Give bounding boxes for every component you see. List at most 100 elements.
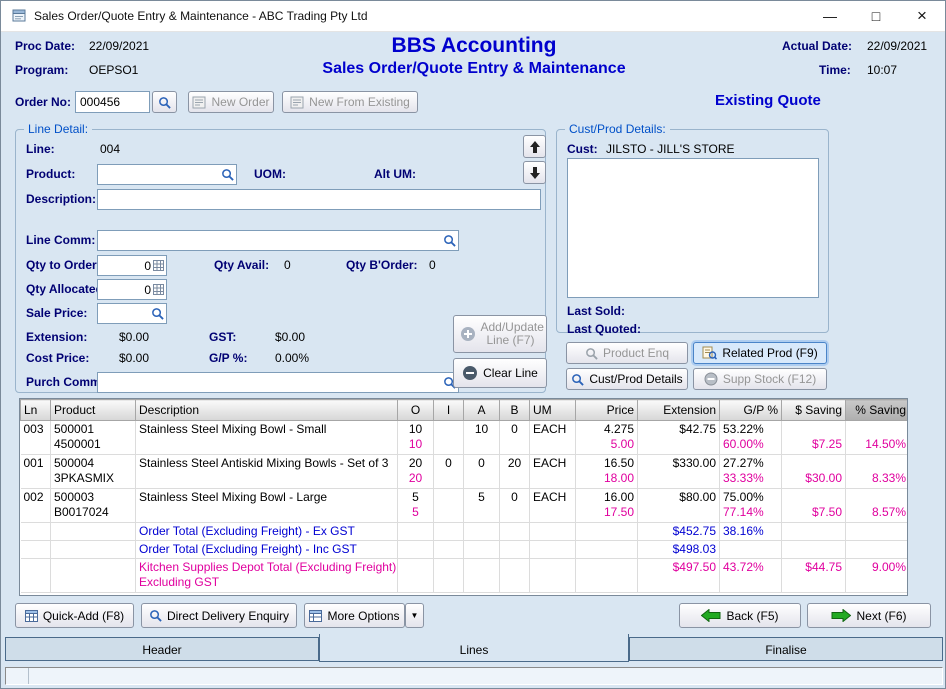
list-icon xyxy=(309,610,322,622)
new-order-button[interactable]: New Order xyxy=(188,91,274,113)
total-row-ex-gst: Order Total (Excluding Freight) - Ex GST… xyxy=(21,523,909,541)
col-header-o[interactable]: O xyxy=(398,400,434,421)
col-header-pct-saving[interactable]: % Saving xyxy=(846,400,909,421)
order-no-search-button[interactable] xyxy=(152,91,177,113)
col-header-product[interactable]: Product xyxy=(51,400,136,421)
qty-allocated-input[interactable] xyxy=(100,283,153,297)
screen-title: Sales Order/Quote Entry & Maintenance xyxy=(224,60,724,78)
cust-label: Cust: xyxy=(567,142,598,156)
grid-header-row: Ln Product Description O I A B UM Price … xyxy=(21,400,909,421)
search-icon[interactable] xyxy=(443,234,456,247)
col-header-price[interactable]: Price xyxy=(576,400,638,421)
col-header-um[interactable]: UM xyxy=(530,400,576,421)
qty-to-order-input[interactable] xyxy=(100,259,153,273)
actual-date-label: Actual Date: xyxy=(782,39,852,53)
add-update-line-button[interactable]: Add/Update Line (F7) xyxy=(453,315,547,353)
cell-gp: 53.22%60.00% xyxy=(720,421,782,455)
col-header-i[interactable]: I xyxy=(434,400,464,421)
maximize-button[interactable]: □ xyxy=(853,1,899,31)
col-header-extension[interactable]: Extension xyxy=(638,400,720,421)
order-status-text: Existing Quote xyxy=(715,92,821,109)
tab-lines[interactable]: Lines xyxy=(319,634,629,662)
quick-add-button[interactable]: Quick-Add (F8) xyxy=(15,603,134,628)
cell-gp: 75.00%77.14% xyxy=(720,489,782,523)
table-row[interactable]: 003 5000014500001 Stainless Steel Mixing… xyxy=(21,421,909,455)
total-label: Order Total (Excluding Freight) - Ex GST xyxy=(136,523,398,541)
cell-pct-saving: 14.50% xyxy=(846,421,909,455)
col-header-gp[interactable]: G/P % xyxy=(720,400,782,421)
direct-delivery-enquiry-button[interactable]: Direct Delivery Enquiry xyxy=(141,603,297,628)
total-gp: 38.16% xyxy=(720,523,782,541)
cell-price: 4.2755.00 xyxy=(576,421,638,455)
qty-to-order-field xyxy=(97,255,167,276)
minus-circle-icon xyxy=(462,365,478,381)
gp-label: G/P %: xyxy=(209,351,247,365)
cell-qty-o: 1010 xyxy=(398,421,434,455)
proc-date-label: Proc Date: xyxy=(15,39,75,53)
close-button[interactable]: × xyxy=(899,1,945,31)
qty-allocated-label: Qty Allocated: xyxy=(26,282,107,296)
cell-qty-a: 0 xyxy=(464,455,500,489)
cell-ln: 002 xyxy=(21,489,51,523)
cell-um: EACH xyxy=(530,489,576,523)
related-prod-button[interactable]: Related Prod (F9) xyxy=(693,342,827,364)
titlebar: Sales Order/Quote Entry & Maintenance - … xyxy=(1,1,945,32)
tab-finalise[interactable]: Finalise xyxy=(629,637,943,661)
line-label: Line: xyxy=(26,142,55,156)
cell-qty-i: 0 xyxy=(434,455,464,489)
minimize-button[interactable]: — xyxy=(807,1,853,31)
next-button[interactable]: Next (F6) xyxy=(807,603,931,628)
col-header-a[interactable]: A xyxy=(464,400,500,421)
total-extension: $452.75 xyxy=(638,523,720,541)
search-icon[interactable] xyxy=(151,307,164,320)
line-detail-group-title: Line Detail: xyxy=(24,122,92,136)
col-header-description[interactable]: Description xyxy=(136,400,398,421)
order-no-input[interactable] xyxy=(78,95,147,109)
line-comm-input[interactable] xyxy=(100,234,443,248)
cell-description: Stainless Steel Mixing Bowl - Large xyxy=(136,489,398,523)
qty-border-label: Qty B'Order: xyxy=(346,258,418,272)
line-up-button[interactable] xyxy=(523,135,546,158)
description-input[interactable] xyxy=(100,193,538,207)
new-from-existing-button[interactable]: New From Existing xyxy=(282,91,418,113)
cust-prod-details-button[interactable]: Cust/Prod Details xyxy=(566,368,688,390)
supp-stock-button[interactable]: Supp Stock (F12) xyxy=(693,368,827,390)
cell-dollar-saving: $7.50 xyxy=(782,489,846,523)
search-icon[interactable] xyxy=(221,168,234,181)
minimize-icon: — xyxy=(823,8,837,24)
total-extension: $498.03 xyxy=(638,541,720,559)
purch-comm-field xyxy=(97,372,459,393)
cell-description: Stainless Steel Mixing Bowl - Small xyxy=(136,421,398,455)
table-row[interactable]: 001 5000043PKASMIX Stainless Steel Antis… xyxy=(21,455,909,489)
line-down-button[interactable] xyxy=(523,161,546,184)
col-header-dollar-saving[interactable]: $ Saving xyxy=(782,400,846,421)
purch-comm-input[interactable] xyxy=(100,376,443,390)
cell-extension: $42.75 xyxy=(638,421,720,455)
clear-line-button[interactable]: Clear Line xyxy=(453,358,547,388)
calculator-icon[interactable] xyxy=(153,284,164,295)
more-options-button[interactable]: More Options xyxy=(304,603,405,628)
program-label: Program: xyxy=(15,63,68,77)
table-row[interactable]: 002 500003B0017024 Stainless Steel Mixin… xyxy=(21,489,909,523)
product-enq-button[interactable]: Product Enq xyxy=(566,342,688,364)
product-input[interactable] xyxy=(100,168,221,182)
sale-price-input[interactable] xyxy=(100,307,151,321)
cell-qty-b: 20 xyxy=(500,455,530,489)
window-title: Sales Order/Quote Entry & Maintenance - … xyxy=(34,9,368,23)
calculator-icon[interactable] xyxy=(153,260,164,271)
cell-qty-b: 0 xyxy=(500,421,530,455)
total-extension: $497.50 xyxy=(638,559,720,593)
tab-header[interactable]: Header xyxy=(5,637,319,661)
back-button[interactable]: Back (F5) xyxy=(679,603,801,628)
supp-stock-icon xyxy=(704,372,718,386)
window-controls: — □ × xyxy=(807,1,945,31)
total-label: Kitchen Supplies Depot Total (Excluding … xyxy=(136,559,398,593)
col-header-b[interactable]: B xyxy=(500,400,530,421)
search-icon xyxy=(149,609,162,622)
total-gp: 43.72% xyxy=(720,559,782,593)
more-options-dropdown-button[interactable]: ▼ xyxy=(405,603,424,628)
lines-grid: Ln Product Description O I A B UM Price … xyxy=(19,398,908,596)
cost-price-value: $0.00 xyxy=(119,351,149,365)
uom-label: UOM: xyxy=(254,167,286,181)
col-header-ln[interactable]: Ln xyxy=(21,400,51,421)
